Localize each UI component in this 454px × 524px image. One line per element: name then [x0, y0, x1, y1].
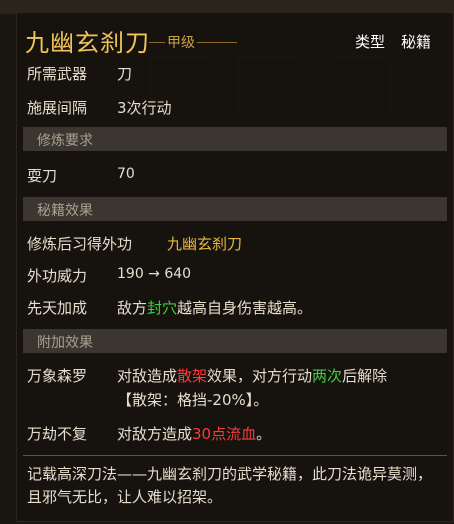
skill-power-value: 190 → 640: [117, 266, 192, 282]
requirement-skill-label: 耍刀: [27, 167, 58, 185]
item-description: 记载高深刀法——九幽玄刹刀的武学秘籍，此刀法诡异莫测，且邪气无比，让人难以招架。: [27, 465, 433, 506]
section-book-effect: 秘籍效果: [23, 197, 447, 221]
extra-effect-1-highlight-debuff: 散架: [177, 367, 208, 385]
extra-effect-2-text-part: 。: [256, 425, 272, 443]
requirement-skill-value: 70: [117, 166, 135, 182]
description-divider: [23, 455, 447, 456]
item-type-label: 类型: [355, 33, 386, 51]
innate-bonus-text-part: 敌方: [117, 299, 148, 317]
tooltip-header: 九幽玄刹刀 甲级 类型 秘籍: [25, 19, 445, 59]
extra-effect-1-text-part: 效果，对方行动: [207, 367, 313, 385]
learned-skill-value: 九幽玄刹刀: [167, 235, 243, 253]
extra-effect-1-label: 万象森罗: [27, 367, 88, 385]
extra-effect-2-text: 对敌方造成30点流血。: [117, 423, 271, 444]
skill-power-label: 外功威力: [27, 267, 88, 285]
extra-effect-1-text-part: 对敌造成: [117, 367, 178, 385]
item-tooltip: 九幽玄刹刀 甲级 类型 秘籍 所需武器 刀 施展间隔 3次行动 修炼要求 耍刀 …: [16, 12, 454, 522]
cast-interval-label: 施展间隔: [27, 99, 88, 117]
innate-bonus-text-part: 越高自身伤害越高。: [177, 299, 313, 317]
extra-effect-2-label: 万劫不复: [27, 425, 88, 443]
required-weapon-value: 刀: [117, 65, 133, 83]
extra-effect-2-highlight: 30点流血: [192, 425, 257, 443]
extra-effect-1-text: 对敌造成散架效果，对方行动两次后解除: [117, 365, 387, 386]
section-requirements: 修炼要求: [23, 127, 447, 151]
extra-effect-2-text-part: 对敌方造成: [117, 425, 193, 443]
cast-interval-value: 3次行动: [117, 99, 172, 117]
extra-effect-1-detail: 【散架：格挡-20%】。: [117, 391, 269, 409]
item-type-value: 秘籍: [401, 33, 432, 51]
item-name: 九幽玄刹刀: [25, 29, 150, 57]
section-extra-effect-title: 附加效果: [37, 335, 93, 351]
section-requirements-title: 修炼要求: [37, 133, 93, 149]
learned-skill-label: 修炼后习得外功: [27, 235, 133, 253]
innate-bonus-highlight: 封穴: [147, 299, 178, 317]
innate-bonus-text: 敌方封穴越高自身伤害越高。: [117, 297, 312, 318]
extra-effect-1-highlight-count: 两次: [312, 367, 343, 385]
extra-effect-1-text-part: 后解除: [342, 367, 388, 385]
innate-bonus-label: 先天加成: [27, 299, 88, 317]
section-extra-effect: 附加效果: [23, 329, 447, 353]
required-weapon-label: 所需武器: [27, 65, 88, 83]
item-grade: 甲级: [165, 32, 197, 52]
section-book-effect-title: 秘籍效果: [37, 203, 93, 219]
